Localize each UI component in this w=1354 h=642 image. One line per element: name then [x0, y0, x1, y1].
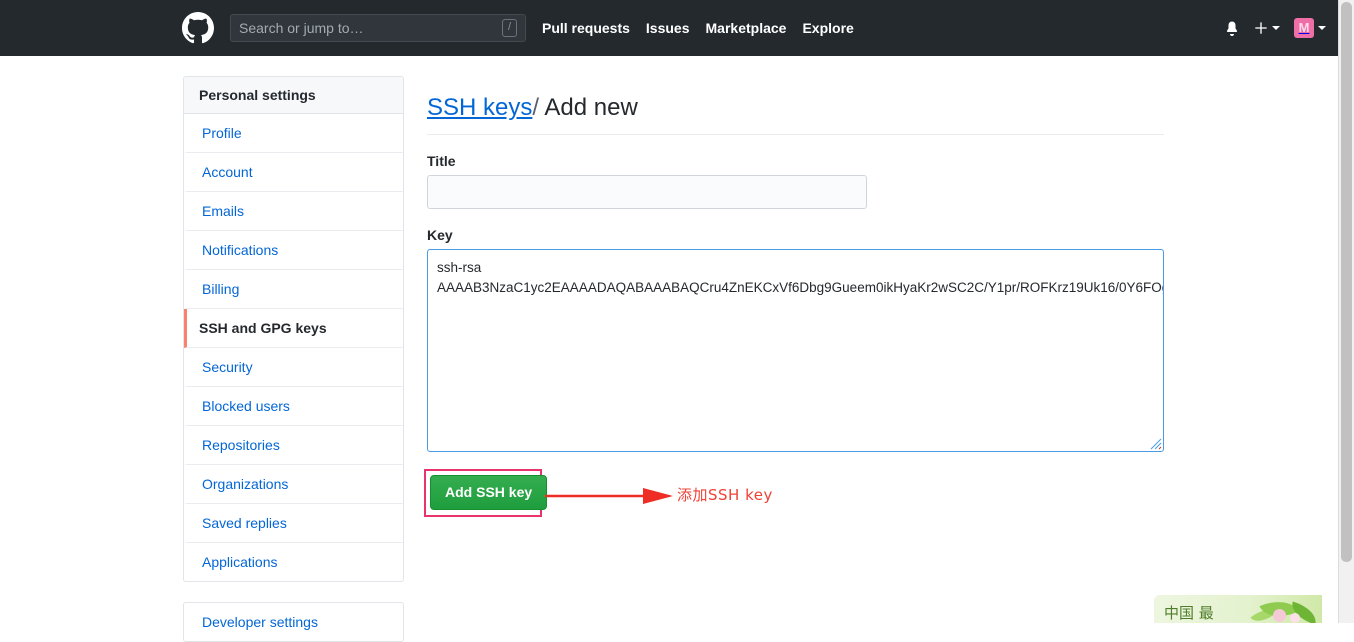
sidebar-item-security[interactable]: Security [184, 348, 403, 387]
sidebar-item-saved-replies[interactable]: Saved replies [184, 504, 403, 543]
sidebar-item-repositories[interactable]: Repositories [184, 426, 403, 465]
chevron-down-icon [1318, 26, 1326, 30]
chevron-down-icon [1272, 26, 1280, 30]
main-content: SSH keys/ Add new Title Key Add SSH key [424, 76, 1164, 528]
sidebar-item-emails[interactable]: Emails [184, 192, 403, 231]
sidebar-item-developer-settings[interactable]: Developer settings [184, 603, 403, 641]
sidebar-item-account[interactable]: Account [184, 153, 403, 192]
global-header: / Pull requests Issues Marketplace Explo… [0, 0, 1338, 56]
title-field-label: Title [427, 153, 456, 170]
key-input[interactable] [427, 249, 1164, 453]
sidebar-item-profile[interactable]: Profile [184, 114, 403, 153]
avatar[interactable]: M [1294, 18, 1326, 38]
search-box[interactable]: / [230, 14, 526, 42]
github-mark-icon[interactable] [182, 12, 214, 44]
personal-settings-menu: Personal settings Profile Account Emails… [183, 76, 404, 582]
sidebar-item-ssh-and-gpg-keys[interactable]: SSH and GPG keys [184, 309, 403, 348]
page-title: SSH keys/ Add new [427, 92, 1164, 136]
avatar-image: M [1294, 18, 1314, 38]
scrollbar-thumb[interactable] [1341, 2, 1352, 562]
flower-petal-icon [1290, 613, 1300, 623]
page-title-current: Add new [544, 94, 638, 122]
annotation-text: 添加SSH key [677, 486, 773, 505]
nav-issues[interactable]: Issues [646, 20, 690, 36]
page-body: Personal settings Profile Account Emails… [0, 56, 1338, 642]
settings-sidebar: Personal settings Profile Account Emails… [183, 76, 404, 642]
banner-text: 中国 最 [1164, 604, 1214, 622]
sidebar-item-applications[interactable]: Applications [184, 543, 403, 581]
plus-icon[interactable] [1254, 21, 1280, 35]
sidebar-item-billing[interactable]: Billing [184, 270, 403, 309]
header-actions: M [1224, 0, 1326, 56]
add-ssh-key-button[interactable]: Add SSH key [430, 475, 548, 511]
nav-pull-requests[interactable]: Pull requests [542, 20, 630, 36]
bell-icon[interactable] [1224, 20, 1240, 36]
sidebar-item-organizations[interactable]: Organizations [184, 465, 403, 504]
page-title-separator: / [532, 94, 540, 122]
decorative-banner: 中国 最 [1154, 595, 1322, 623]
search-input[interactable] [239, 20, 498, 36]
page-scrollbar[interactable] [1338, 0, 1354, 623]
search-shortcut-badge: / [501, 19, 517, 37]
title-input[interactable] [427, 175, 867, 210]
key-field-label: Key [427, 227, 453, 244]
key-field-wrapper [427, 249, 1164, 453]
flower-petal-icon [1273, 609, 1286, 622]
sidebar-item-blocked-users[interactable]: Blocked users [184, 387, 403, 426]
page-title-ssh-keys-link[interactable]: SSH keys [427, 94, 532, 121]
submit-row: Add SSH key 添加SSH key [424, 469, 1164, 528]
nav-marketplace[interactable]: Marketplace [706, 20, 787, 36]
sidebar-heading: Personal settings [184, 77, 403, 114]
developer-settings-menu: Developer settings [183, 602, 404, 642]
sidebar-item-notifications[interactable]: Notifications [184, 231, 403, 270]
primary-nav: Pull requests Issues Marketplace Explore [542, 20, 854, 36]
nav-explore[interactable]: Explore [802, 20, 853, 36]
arrow-right-icon [545, 488, 673, 505]
